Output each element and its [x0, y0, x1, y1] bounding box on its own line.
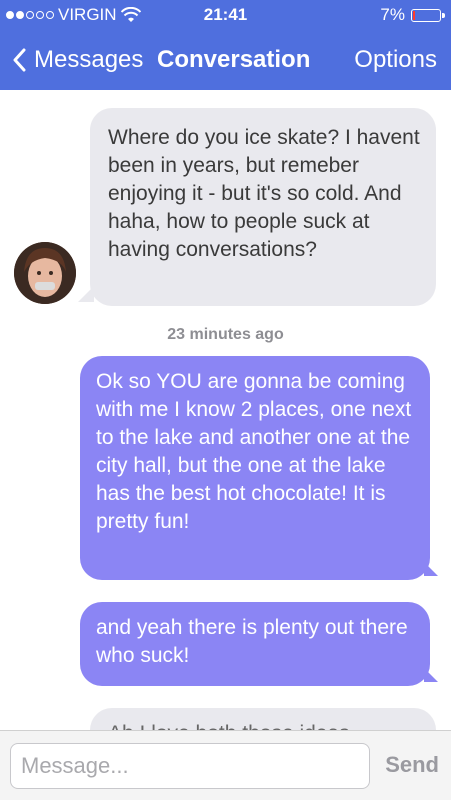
bubble-tail [424, 562, 438, 576]
page-title: Conversation [157, 46, 311, 73]
back-label: Messages [34, 46, 144, 73]
back-button[interactable]: Messages [12, 46, 143, 74]
chevron-left-icon [13, 48, 26, 72]
bubble-tail [424, 668, 438, 682]
bubble-tail [78, 286, 94, 302]
contact-photo [14, 242, 76, 304]
message-input[interactable]: Message... [10, 743, 370, 789]
outgoing-message[interactable]: Ok so YOU are gonna be coming with me I … [80, 356, 430, 580]
outgoing-message[interactable]: and yeah there is plenty out there who s… [80, 602, 430, 686]
incoming-message-partial[interactable]: Ah I love both those ideas... [90, 708, 436, 730]
battery-area: 7% [380, 5, 445, 25]
message-thread[interactable]: Where do you ice skate? I havent been in… [0, 90, 451, 730]
navigation-bar: Messages Conversation Options [0, 36, 451, 86]
options-button[interactable]: Options [354, 46, 437, 74]
status-bar: VIRGIN 21:41 7% [0, 0, 451, 30]
battery-percent: 7% [380, 5, 405, 24]
top-bar: VIRGIN 21:41 7% Messages Conversation Op… [0, 0, 451, 90]
incoming-message[interactable]: Where do you ice skate? I havent been in… [90, 108, 436, 306]
send-button[interactable]: Send [385, 752, 439, 778]
composer-bar: Message... Send [0, 730, 451, 800]
message-timestamp: 23 minutes ago [167, 326, 284, 343]
avatar[interactable] [14, 242, 76, 304]
battery-icon [411, 8, 445, 22]
